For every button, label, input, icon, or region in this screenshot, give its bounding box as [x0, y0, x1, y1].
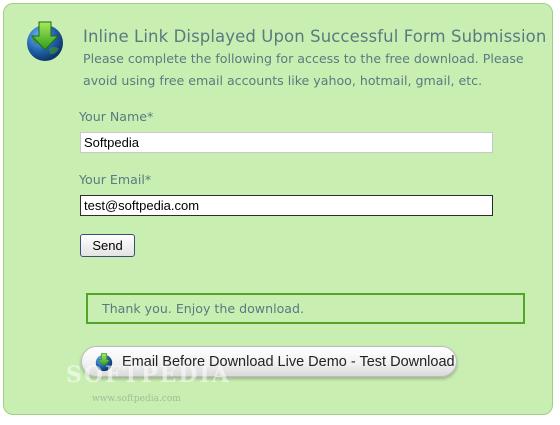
name-field[interactable]: Softpedia: [80, 132, 493, 153]
watermark-logo: SOFTPEDIA: [66, 362, 231, 388]
page-description: Please complete the following for access…: [83, 51, 524, 88]
send-button[interactable]: Send: [80, 234, 135, 257]
email-label: Your Email*: [79, 172, 152, 187]
page-title: Inline Link Displayed Upon Successful Fo…: [83, 27, 547, 46]
watermark-url: www.softpedia.com: [92, 394, 181, 404]
email-field[interactable]: test@softpedia.com: [80, 195, 493, 216]
name-label: Your Name*: [79, 109, 154, 124]
globe-download-icon: [27, 21, 63, 61]
success-message: Thank you. Enjoy the download.: [86, 293, 525, 324]
